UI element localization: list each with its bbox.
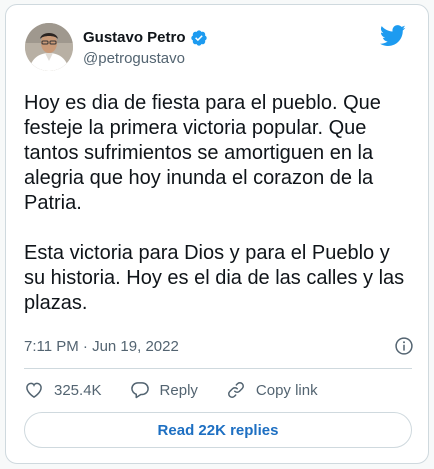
read-replies-button[interactable]: Read 22K replies <box>24 412 412 448</box>
heart-icon <box>26 382 42 398</box>
reply-button[interactable]: Reply <box>130 380 198 400</box>
action-bar: 325.4K Reply Copy link <box>24 378 346 402</box>
like-button[interactable]: 325.4K <box>24 380 102 400</box>
name-row: Gustavo Petro <box>83 29 208 47</box>
copy-link-button[interactable]: Copy link <box>226 380 318 400</box>
handle[interactable]: @petrogustavo <box>83 50 208 68</box>
display-name[interactable]: Gustavo Petro <box>83 29 186 47</box>
reply-label: Reply <box>159 381 198 399</box>
tweet-text: Hoy es dia de fiesta para el pueblo. Que… <box>24 92 405 314</box>
twitter-logo-icon[interactable] <box>380 25 406 47</box>
avatar[interactable] <box>25 23 73 71</box>
timestamp[interactable]: 7:11 PM · Jun 19, 2022 <box>24 338 179 355</box>
author-info: Gustavo Petro @petrogustavo <box>83 29 208 68</box>
divider <box>24 368 412 369</box>
copy-link-label: Copy link <box>255 381 318 399</box>
link-icon <box>227 382 244 398</box>
tweet-meta: 7:11 PM · Jun 19, 2022 <box>24 336 414 356</box>
verified-badge-icon <box>190 30 207 46</box>
info-icon[interactable] <box>394 336 414 356</box>
reply-bubble-icon <box>130 382 149 399</box>
tweet-card: Gustavo Petro @petrogustavo Hoy es dia d… <box>5 4 429 464</box>
like-count: 325.4K <box>54 381 102 399</box>
